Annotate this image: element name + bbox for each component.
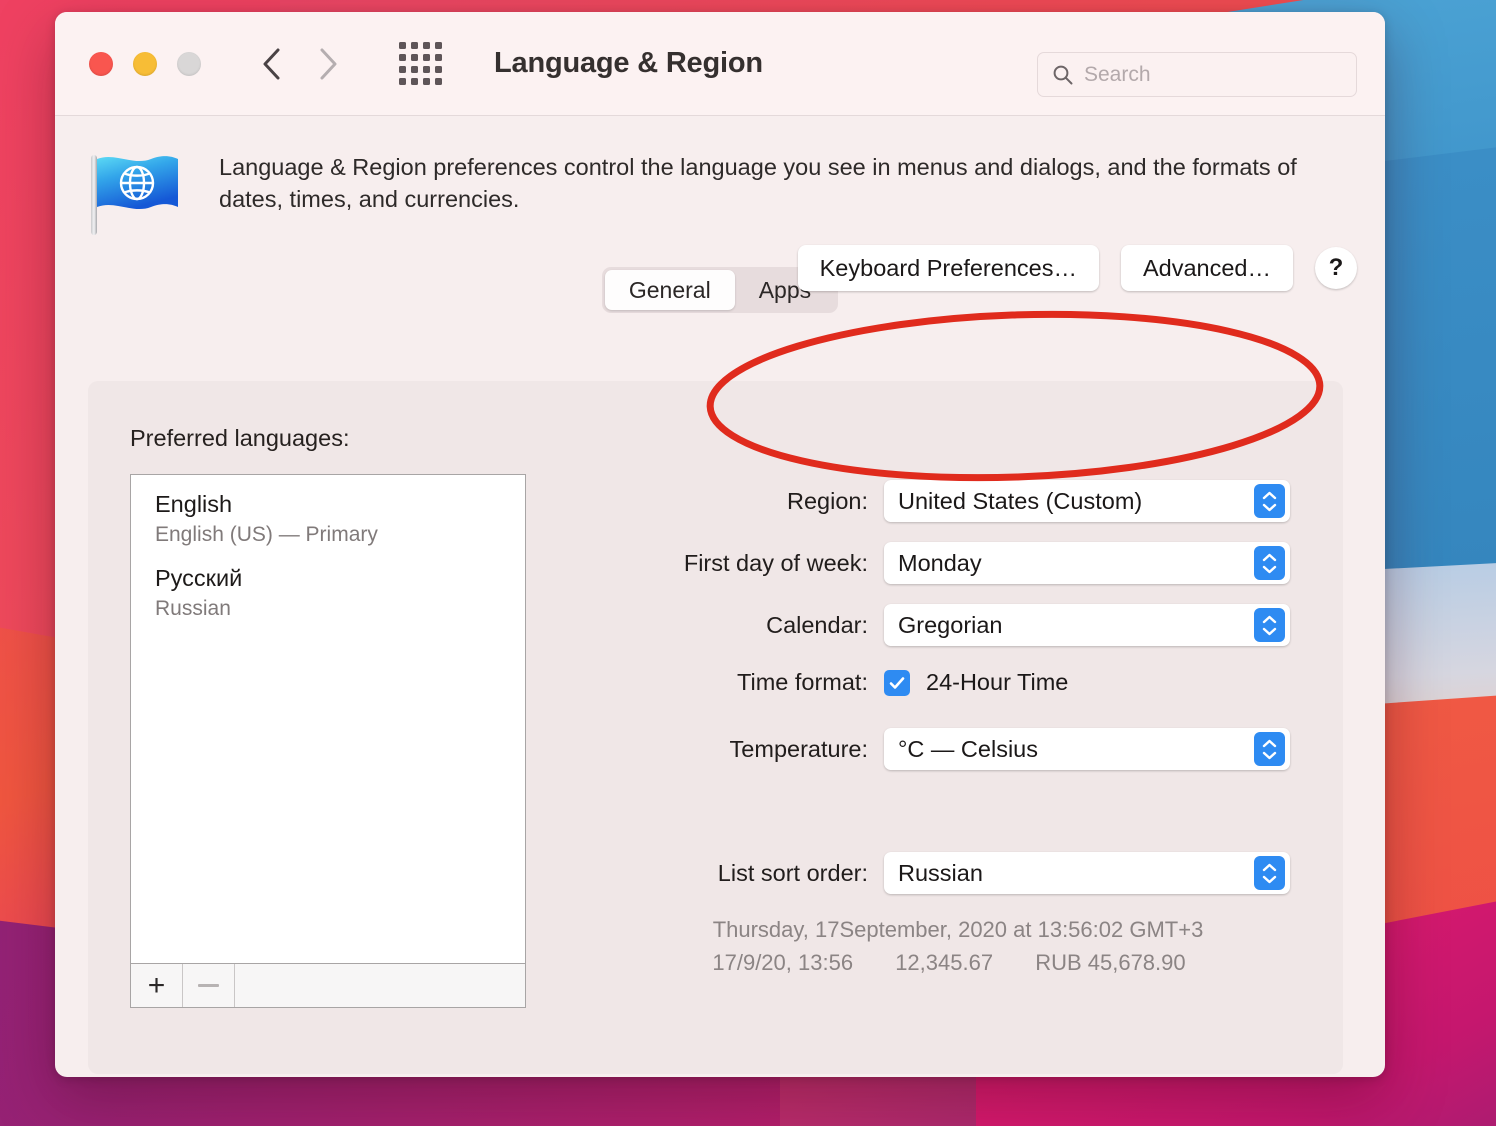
intro-section: Language & Region preferences control th…	[55, 116, 1385, 237]
page-title: Language & Region	[494, 47, 763, 79]
region-stepper-icon[interactable]	[1254, 484, 1285, 518]
plus-icon: +	[147, 968, 166, 1002]
sort-order-dropdown[interactable]: Russian	[884, 852, 1290, 894]
back-chevron-icon[interactable]	[259, 44, 285, 84]
region-label: Region:	[787, 487, 868, 514]
row-region: Region: United States (Custom)	[608, 480, 1290, 522]
calendar-dropdown[interactable]: Gregorian	[884, 604, 1290, 646]
navigation-arrows	[259, 44, 341, 84]
maximize-button-icon[interactable]	[177, 51, 201, 76]
sort-order-label: List sort order:	[717, 859, 868, 886]
show-all-grid-icon[interactable]	[399, 42, 442, 85]
footer-buttons: Keyboard Preferences… Advanced… ?	[797, 245, 1357, 291]
search-input-placeholder[interactable]: Search	[1084, 63, 1151, 87]
sort-order-stepper-icon[interactable]	[1254, 856, 1285, 890]
sample-short-values: 17/9/20, 13:56 12,345.67 RUB 45,678.90	[608, 946, 1308, 979]
settings-panel: Preferred languages: English English (US…	[88, 381, 1343, 1074]
close-button-icon[interactable]	[89, 51, 113, 76]
24-hour-time-checkbox[interactable]	[884, 669, 910, 696]
first-day-dropdown[interactable]: Monday	[884, 542, 1290, 584]
flag-globe-icon	[89, 153, 181, 237]
advanced-button[interactable]: Advanced…	[1120, 245, 1293, 291]
minimize-button-icon[interactable]	[133, 51, 157, 76]
row-calendar: Calendar: Gregorian	[608, 604, 1290, 646]
preferences-window: Language & Region Search Language & Regi…	[55, 12, 1385, 1077]
sort-order-value: Russian	[898, 859, 983, 886]
format-sample: Thursday, 17September, 2020 at 13:56:02 …	[608, 913, 1308, 979]
help-button[interactable]: ?	[1315, 247, 1357, 289]
temperature-dropdown[interactable]: °C — Celsius	[884, 728, 1290, 770]
temperature-label: Temperature:	[729, 735, 868, 762]
first-day-label: First day of week:	[683, 549, 868, 576]
search-field[interactable]: Search	[1037, 52, 1357, 97]
time-format-label: Time format:	[736, 669, 868, 695]
sample-short-date: 17/9/20, 13:56	[712, 950, 854, 975]
preferred-languages-label: Preferred languages:	[130, 425, 350, 451]
calendar-stepper-icon[interactable]	[1254, 608, 1285, 642]
language-sub: Russian	[155, 596, 231, 620]
desktop-wallpaper: Language & Region Search Language & Regi…	[0, 0, 1496, 1126]
row-time-format: Time format: 24-Hour Time	[608, 669, 1068, 696]
language-sub: English (US) — Primary	[155, 522, 378, 546]
sample-currency: RUB 45,678.90	[1035, 950, 1186, 975]
window-content: Language & Region preferences control th…	[55, 116, 1385, 1074]
forward-chevron-icon[interactable]	[315, 44, 341, 84]
traffic-lights	[89, 51, 201, 76]
add-language-button[interactable]: +	[131, 964, 183, 1007]
row-first-day: First day of week: Monday	[608, 542, 1290, 584]
list-item[interactable]: English English (US) — Primary	[131, 475, 525, 549]
row-temperature: Temperature: °C — Celsius	[608, 728, 1290, 770]
language-list-toolbar: +	[130, 964, 526, 1008]
row-sort-order: List sort order: Russian	[608, 852, 1290, 894]
first-day-value: Monday	[898, 549, 982, 576]
calendar-value: Gregorian	[898, 611, 1003, 638]
list-item[interactable]: Русский Russian	[131, 549, 525, 623]
keyboard-preferences-button[interactable]: Keyboard Preferences…	[797, 245, 1099, 291]
region-value: United States (Custom)	[898, 487, 1143, 514]
temperature-stepper-icon[interactable]	[1254, 732, 1285, 766]
calendar-label: Calendar:	[766, 611, 868, 638]
first-day-stepper-icon[interactable]	[1254, 546, 1285, 580]
tab-general[interactable]: General	[604, 270, 735, 310]
24-hour-time-label: 24-Hour Time	[926, 669, 1069, 695]
temperature-value: °C — Celsius	[898, 735, 1038, 762]
remove-language-button[interactable]	[183, 964, 235, 1007]
window-titlebar: Language & Region Search	[55, 12, 1385, 116]
language-name: Русский	[155, 565, 243, 592]
minus-icon	[198, 984, 219, 987]
intro-description: Language & Region preferences control th…	[219, 154, 1297, 213]
sample-number: 12,345.67	[895, 950, 994, 975]
region-dropdown[interactable]: United States (Custom)	[884, 480, 1290, 522]
language-name: English	[155, 491, 233, 517]
preferred-languages-list[interactable]: English English (US) — Primary Русский R…	[130, 474, 526, 964]
search-icon	[1052, 64, 1074, 86]
sample-long-date: Thursday, 17September, 2020 at 13:56:02 …	[712, 917, 1204, 942]
